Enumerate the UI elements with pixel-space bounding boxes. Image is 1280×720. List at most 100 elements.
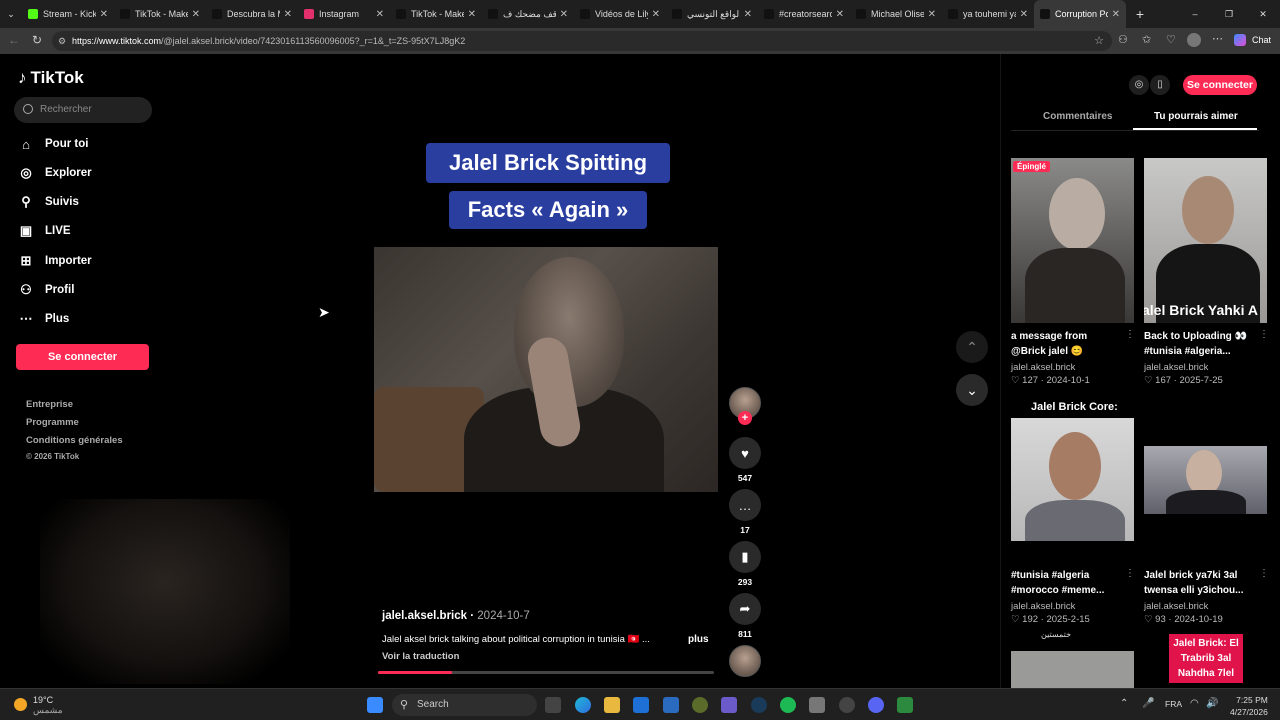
suggestion-title[interactable]: a message from @Brick jalel 😊 #tunisia..… — [1011, 329, 1119, 359]
suggestion-title[interactable]: Jalel brick ya7ki 3al twensa elli y3icho… — [1144, 568, 1252, 598]
minimize-button[interactable]: – — [1178, 0, 1212, 28]
suggestion-thumbnail[interactable] — [1144, 446, 1267, 514]
calculator-icon[interactable] — [809, 697, 825, 713]
comment-button[interactable]: … — [729, 489, 761, 521]
xbox-icon[interactable] — [692, 697, 708, 713]
card-more-icon[interactable]: ⋮ — [1259, 329, 1269, 340]
nav-explorer[interactable]: ◎ Explorer — [18, 162, 91, 184]
tray-chevron-icon[interactable]: ⌃ — [1120, 698, 1128, 709]
suggestion-author[interactable]: jalel.aksel.brick — [1011, 362, 1075, 373]
input-language[interactable]: FRA — [1165, 699, 1182, 709]
author-name[interactable]: jalel.aksel.brick — [382, 610, 467, 622]
browser-essentials-icon[interactable]: ♡ — [1166, 33, 1176, 46]
close-window-button[interactable]: ✕ — [1246, 0, 1280, 28]
tab-list-button[interactable]: ⌄ — [0, 0, 22, 28]
tab-close-icon[interactable]: ✕ — [376, 9, 384, 20]
sound-avatar[interactable] — [729, 645, 761, 677]
tab-close-icon[interactable]: ✕ — [100, 9, 108, 20]
tab-close-icon[interactable]: ✕ — [192, 9, 200, 20]
save-button[interactable]: ▮ — [729, 541, 761, 573]
card-more-icon[interactable]: ⋮ — [1125, 329, 1135, 340]
favorites-icon[interactable]: ✩ — [1142, 33, 1151, 46]
microphone-icon[interactable]: 🎤 — [1142, 698, 1154, 709]
tab-close-icon[interactable]: ✕ — [1112, 9, 1120, 20]
browser-tab[interactable]: Instagram ✕ — [298, 0, 390, 28]
suggestion-title[interactable]: #tunisia #algeria #morocco #meme... — [1011, 568, 1119, 598]
card-more-icon[interactable]: ⋮ — [1259, 568, 1269, 579]
tiktok-logo[interactable]: ♪ TikTok — [18, 68, 84, 88]
browser-tab[interactable]: Michael Olise L ✕ — [850, 0, 942, 28]
tab-close-icon[interactable]: ✕ — [284, 9, 292, 20]
nav-plus[interactable]: ⋯ Plus — [18, 308, 70, 330]
spotify-icon[interactable] — [780, 697, 796, 713]
browser-tab[interactable]: الواقع التونسي ✕ — [666, 0, 758, 28]
suggestion-thumbnail[interactable] — [1011, 418, 1134, 541]
start-windows-icon[interactable] — [367, 697, 383, 713]
copilot-icon[interactable] — [1234, 34, 1246, 46]
nav-pour-toi[interactable]: ⌂ Pour toi — [18, 133, 88, 155]
site-info-icon[interactable]: ⚙ — [58, 31, 66, 51]
login-button[interactable]: Se connecter — [16, 344, 149, 370]
app-icon[interactable] — [839, 697, 855, 713]
tab-close-icon[interactable]: ✕ — [1020, 9, 1028, 20]
thumbnail-overlay-text[interactable]: Jalel Brick: El Trabrib 3al Nahdha 7lel — [1169, 634, 1243, 683]
back-icon[interactable]: ← — [8, 33, 20, 47]
previous-video-button[interactable]: ⌃ — [956, 331, 988, 363]
maximize-button[interactable]: ❐ — [1212, 0, 1246, 28]
browser-tab[interactable]: Vidéos de Lily E ✕ — [574, 0, 666, 28]
store-icon[interactable] — [663, 697, 679, 713]
browser-tab[interactable]: ya touhemi ya ✕ — [942, 0, 1034, 28]
teams-icon[interactable] — [721, 697, 737, 713]
chat-button[interactable]: Chat — [1252, 35, 1271, 45]
edge-icon[interactable] — [575, 697, 591, 713]
search-input[interactable]: Rechercher — [14, 97, 152, 123]
volume-icon[interactable]: 🔊 — [1206, 698, 1218, 709]
tab-close-icon[interactable]: ✕ — [836, 9, 844, 20]
video-progress-bar[interactable] — [378, 671, 714, 674]
browser-tab[interactable]: TikTok - Make Y ✕ — [114, 0, 206, 28]
wifi-icon[interactable]: ◠ — [1190, 698, 1199, 709]
video-player[interactable] — [374, 247, 718, 492]
nav-importer[interactable]: ⊞ Importer — [18, 250, 92, 272]
url-field[interactable]: ⚙ https://www.tiktok.com/@jalel.aksel.br… — [52, 31, 1112, 51]
suggestion-thumbnail[interactable] — [1011, 651, 1134, 688]
file-explorer-icon[interactable] — [604, 697, 620, 713]
extensions-icon[interactable]: ⚇ — [1118, 33, 1128, 46]
footer-link-conditions[interactable]: Conditions générales — [26, 435, 123, 446]
tab-commentaires[interactable]: Commentaires — [1043, 111, 1112, 122]
tab-close-icon[interactable]: ✕ — [744, 9, 752, 20]
browser-tab[interactable]: TikTok - Make Y ✕ — [390, 0, 482, 28]
tab-close-icon[interactable]: ✕ — [560, 9, 568, 20]
device-button[interactable]: ▯ — [1150, 75, 1170, 95]
profile-avatar[interactable] — [1187, 33, 1201, 47]
task-view-icon[interactable] — [545, 697, 561, 713]
right-login-button[interactable]: Se connecter — [1183, 75, 1257, 95]
taskbar-search[interactable]: ⚲ Search — [392, 694, 537, 716]
tab-close-icon[interactable]: ✕ — [652, 9, 660, 20]
suggestion-title[interactable]: Back to Uploading 👀 #tunisia #algeria... — [1144, 329, 1252, 359]
tab-close-icon[interactable]: ✕ — [928, 9, 936, 20]
footer-link-entreprise[interactable]: Entreprise — [26, 399, 73, 410]
browser-tab[interactable]: Stream - Kick D ✕ — [22, 0, 114, 28]
browser-tab[interactable]: Descubra la Ma ✕ — [206, 0, 298, 28]
browser-tab[interactable]: موقف مضحك ف ✕ — [482, 0, 574, 28]
menu-dots-icon[interactable]: ⋯ — [1212, 32, 1223, 45]
share-button[interactable]: ➦ — [729, 593, 761, 625]
next-video-button[interactable]: ⌄ — [956, 374, 988, 406]
suggestion-author[interactable]: jalel.aksel.brick — [1011, 601, 1075, 612]
taskbar-clock[interactable]: 7:25 PM 4/27/2026 — [1230, 694, 1268, 718]
suggestion-author[interactable]: jalel.aksel.brick — [1144, 601, 1208, 612]
browser-tab[interactable]: Corruption Pol ✕ — [1034, 0, 1126, 28]
weather-widget[interactable]: 19°C مشمس — [14, 695, 63, 715]
translate-link[interactable]: Voir la traduction — [382, 651, 459, 662]
nav-live[interactable]: ▣ LIVE — [18, 220, 71, 242]
suggestion-thumbnail[interactable]: Épinglé — [1011, 158, 1134, 323]
new-tab-button[interactable]: + — [1126, 0, 1154, 28]
tab-close-icon[interactable]: ✕ — [468, 9, 476, 20]
outlook-icon[interactable] — [633, 697, 649, 713]
compass-button[interactable]: ◎ — [1129, 75, 1149, 95]
terminal-icon[interactable] — [897, 697, 913, 713]
like-button[interactable]: ♥ — [729, 437, 761, 469]
card-more-icon[interactable]: ⋮ — [1125, 568, 1135, 579]
nav-suivis[interactable]: ⚲ Suivis — [18, 191, 79, 213]
